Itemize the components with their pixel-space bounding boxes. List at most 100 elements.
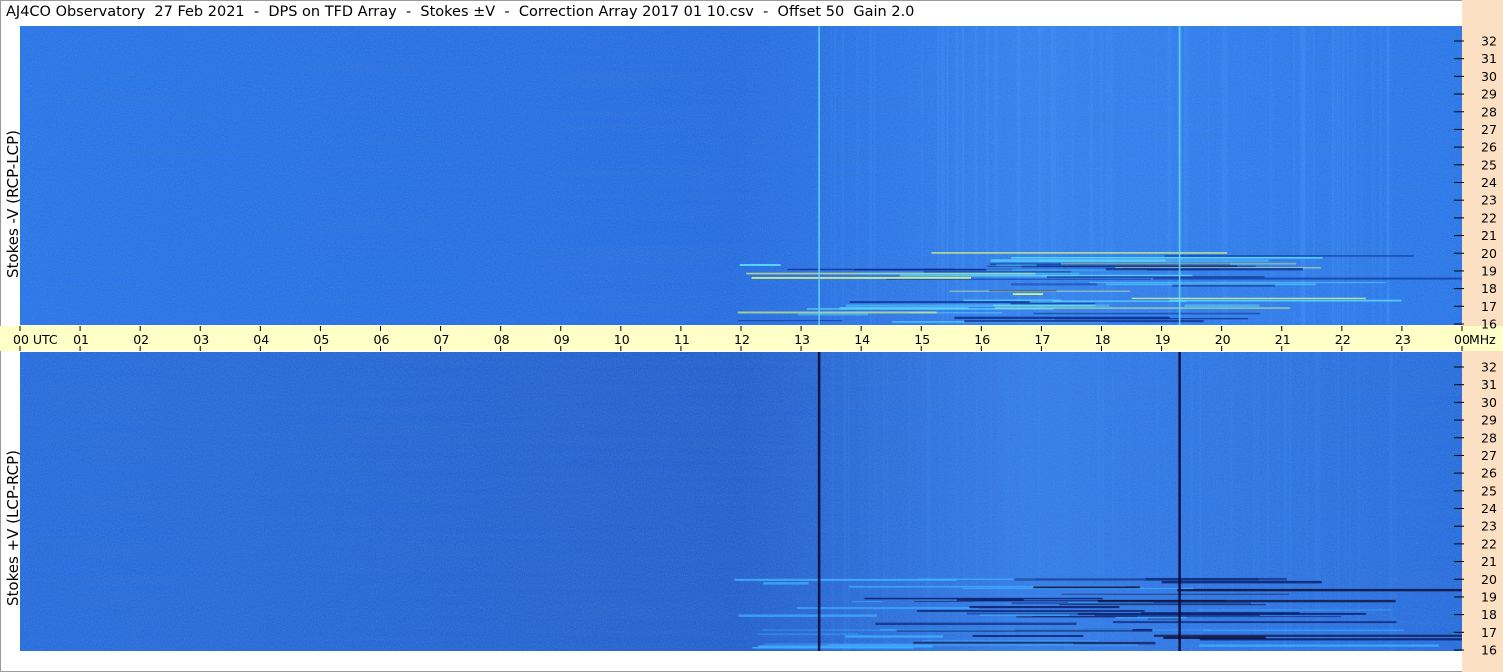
top-texture-streak xyxy=(1242,26,1246,325)
bottom-texture-streak xyxy=(1190,352,1193,651)
top-texture-streak xyxy=(1293,26,1295,325)
time-tick-label: 04 xyxy=(253,332,269,347)
frequency-tick-label: 19 xyxy=(1481,589,1497,604)
top-texture-streak xyxy=(1042,26,1044,325)
frequency-tick-label: 26 xyxy=(1481,140,1497,155)
bottom-texture-streak xyxy=(1141,352,1143,651)
top-texture-streak xyxy=(806,308,1054,310)
top-texture-streak xyxy=(1038,26,1042,325)
bottom-texture-streak xyxy=(1323,352,1325,651)
frequency-tick-label: 21 xyxy=(1481,554,1497,569)
bottom-texture-streak xyxy=(864,597,1103,600)
bottom-texture-streak xyxy=(869,352,872,651)
top-texture-streak xyxy=(961,26,964,325)
frequency-tick-label: 32 xyxy=(1481,34,1497,49)
top-texture-streak xyxy=(738,320,843,322)
frequency-tick-label: 27 xyxy=(1481,122,1497,137)
spectrogram-chart: 00 UTC 01 02 03 04 05 06 07 08 09 10 11 12 13 14 15 16 17… xyxy=(0,0,1503,672)
frequency-tick-label: 28 xyxy=(1481,104,1497,119)
top-texture-streak xyxy=(941,26,944,325)
top-texture-streak xyxy=(986,265,1256,267)
top-texture-streak xyxy=(739,264,781,266)
frequency-tick-label: 16 xyxy=(1481,317,1497,332)
top-texture-streak xyxy=(831,26,832,325)
top-texture-streak xyxy=(1339,26,1342,325)
time-tick-label: 13 xyxy=(794,332,810,347)
time-tick-label: 00 xyxy=(1454,332,1470,347)
top-texture-streak xyxy=(1379,26,1382,325)
top-texture-streak xyxy=(1224,26,1228,325)
top-texture-streak xyxy=(849,301,1030,303)
bottom-texture-streak xyxy=(1155,352,1159,651)
bottom-texture-streak xyxy=(964,352,967,651)
top-texture-streak xyxy=(870,26,872,325)
top-texture-streak xyxy=(1071,26,1074,325)
bottom-texture-streak xyxy=(1097,599,1396,603)
bottom-texture-streak xyxy=(831,352,835,651)
top-texture-streak xyxy=(1342,26,1345,325)
top-texture-streak xyxy=(1185,26,1187,325)
top-texture-streak xyxy=(1346,26,1349,325)
top-texture-streak xyxy=(949,290,1131,292)
frequency-unit-label: MHz xyxy=(1469,332,1496,347)
top-texture-streak xyxy=(1164,255,1414,257)
top-texture-streak xyxy=(1337,26,1339,325)
top-texture-streak xyxy=(937,26,939,325)
top-texture-streak xyxy=(1172,284,1275,287)
frequency-tick-label: 22 xyxy=(1481,210,1497,225)
top-texture-streak xyxy=(842,26,844,325)
bottom-texture-streak xyxy=(956,352,958,651)
bottom-texture-streak xyxy=(1395,352,1397,651)
bottom-texture-streak xyxy=(763,582,809,585)
top-texture-streak xyxy=(892,26,893,325)
bottom-texture-streak xyxy=(1316,352,1319,651)
top-texture-streak xyxy=(1088,282,1386,284)
top-texture-streak xyxy=(964,320,1204,323)
bottom-texture-streak xyxy=(1334,352,1337,651)
top-texture-streak xyxy=(1353,26,1356,325)
bottom-texture-streak xyxy=(875,352,878,651)
top-texture-streak xyxy=(1090,26,1094,325)
bottom-texture-streak xyxy=(1337,352,1340,651)
bottom-texture-streak xyxy=(1164,352,1167,651)
top-texture-streak xyxy=(1168,26,1171,325)
bottom-texture-streak xyxy=(1059,604,1266,606)
frequency-tick-label: 25 xyxy=(1481,483,1497,498)
time-tick-label: 22 xyxy=(1335,332,1351,347)
top-texture-streak xyxy=(869,26,871,325)
bottom-texture-streak xyxy=(848,352,850,651)
top-texture-streak xyxy=(1303,26,1306,325)
top-texture-streak xyxy=(986,26,989,325)
bottom-texture-streak xyxy=(908,352,911,651)
time-tick-label: 23 xyxy=(1395,332,1411,347)
top-texture-streak xyxy=(994,26,997,325)
top-texture-streak xyxy=(1011,283,1098,286)
top-panel-noise xyxy=(20,26,1462,325)
top-texture-streak xyxy=(873,26,876,325)
bottom-texture-streak xyxy=(1308,352,1310,651)
top-texture-streak xyxy=(1061,262,1297,265)
bottom-texture-streak xyxy=(1288,352,1292,651)
top-texture-streak xyxy=(1169,299,1402,302)
bottom-texture-streak xyxy=(1014,578,1259,581)
time-tick-label: 10 xyxy=(614,332,630,347)
frequency-tick-label: 24 xyxy=(1481,175,1497,190)
time-tick-label: 01 xyxy=(73,332,89,347)
top-texture-streak xyxy=(1100,26,1103,325)
frequency-tick-label: 18 xyxy=(1481,281,1497,296)
top-texture-streak xyxy=(1332,26,1334,325)
bottom-texture-streak xyxy=(1199,644,1439,647)
bottom-texture-streak xyxy=(1380,352,1382,651)
bottom-texture-streak xyxy=(969,606,1120,609)
time-tick-label: 03 xyxy=(193,332,209,347)
top-texture-streak xyxy=(956,26,959,325)
top-texture-streak xyxy=(1373,26,1374,325)
time-tick-label: 00 UTC xyxy=(13,332,58,347)
top-texture-streak xyxy=(1221,26,1224,325)
frequency-tick-label: 19 xyxy=(1481,263,1497,278)
bottom-texture-streak xyxy=(883,352,885,651)
bottom-texture-streak xyxy=(917,610,1145,612)
top-texture-streak xyxy=(1264,26,1266,325)
bottom-texture-streak xyxy=(1257,352,1260,651)
time-tick-label: 06 xyxy=(374,332,390,347)
